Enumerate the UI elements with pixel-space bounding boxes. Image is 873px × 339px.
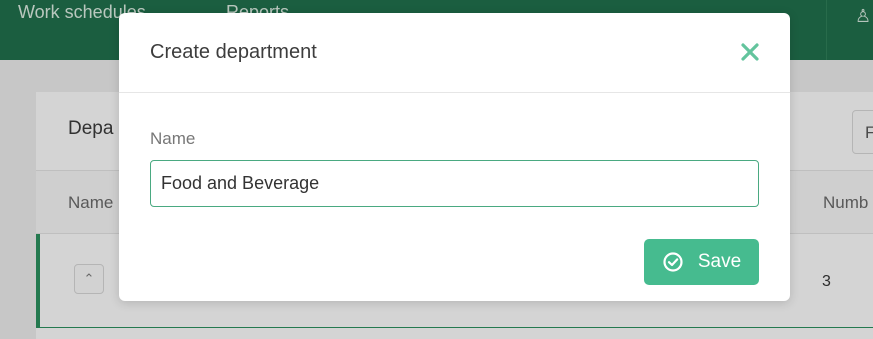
modal-title: Create department bbox=[150, 41, 317, 63]
create-department-modal: Create department Name Save bbox=[119, 13, 790, 301]
name-field-label: Name bbox=[150, 129, 196, 148]
save-button-label: Save bbox=[697, 251, 742, 272]
close-icon[interactable] bbox=[734, 36, 766, 68]
check-circle-icon bbox=[663, 252, 683, 272]
modal-header: Create department bbox=[119, 13, 790, 93]
department-name-input[interactable] bbox=[150, 160, 759, 207]
save-button[interactable]: Save bbox=[644, 239, 759, 285]
